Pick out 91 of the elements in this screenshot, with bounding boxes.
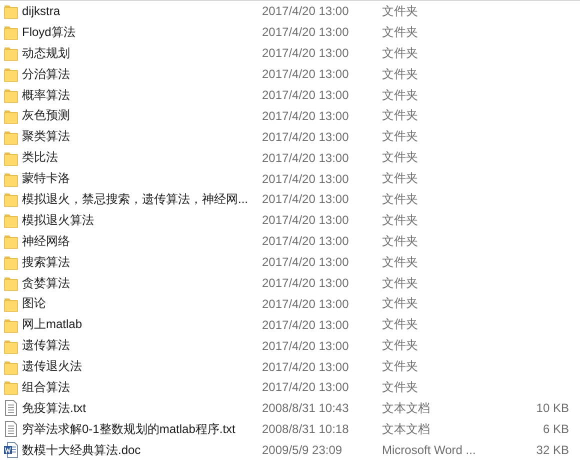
file-name[interactable]: Floyd算法 [22, 24, 76, 39]
folder-icon [4, 358, 18, 375]
modified-date: 2017/4/20 13:00 [262, 318, 349, 332]
modified-date: 2017/4/20 13:00 [262, 296, 349, 311]
file-name[interactable]: 图论 [22, 296, 46, 310]
file-type: 文件夹 [382, 192, 418, 206]
file-type: 文件夹 [382, 24, 418, 39]
modified-date: 2008/8/31 10:43 [262, 401, 349, 416]
modified-date: 2008/8/31 10:18 [262, 422, 349, 436]
file-type: 文件夹 [382, 171, 418, 186]
file-name[interactable]: 模拟退火算法 [22, 212, 94, 227]
folder-icon [4, 233, 18, 250]
modified-date: 2017/4/20 13:00 [262, 150, 349, 165]
folder-icon [4, 128, 18, 145]
file-size: 32 KB [536, 443, 569, 458]
folder-icon [4, 296, 18, 312]
modified-date: 2017/4/20 13:00 [262, 276, 349, 290]
modified-date: 2017/4/20 13:00 [262, 380, 349, 394]
file-name[interactable]: 模拟退火，禁忌搜索，遗传算法，神经网... [22, 192, 248, 206]
folder-icon [4, 254, 18, 270]
modified-date: 2017/4/20 13:00 [262, 88, 349, 102]
file-name[interactable]: 蒙特卡洛 [22, 171, 70, 186]
file-name[interactable]: 数模十大经典算法.doc [22, 442, 141, 457]
file-type: Microsoft Word ... [382, 443, 476, 458]
modified-date: 2017/4/20 13:00 [262, 172, 349, 186]
modified-date: 2017/4/20 13:00 [262, 338, 349, 353]
file-name[interactable]: 遗传退火法 [22, 359, 82, 374]
file-type: 文件夹 [382, 296, 418, 310]
file-type: 文件夹 [382, 212, 418, 227]
file-size: 10 KB [536, 401, 569, 416]
modified-date: 2009/5/9 23:09 [262, 443, 342, 458]
folder-icon [4, 66, 18, 82]
text-file-icon [4, 400, 18, 416]
file-name[interactable]: dijkstra [22, 4, 60, 18]
file-name[interactable]: 聚类算法 [22, 129, 70, 144]
folder-icon [4, 108, 18, 124]
file-type: 文本文档 [382, 422, 430, 436]
folder-icon [4, 170, 18, 187]
file-type: 文件夹 [382, 380, 418, 394]
file-name[interactable]: 灰色预测 [22, 108, 70, 122]
folder-icon [4, 191, 18, 208]
folder-icon [4, 3, 18, 20]
file-type: 文件夹 [382, 108, 418, 122]
modified-date: 2017/4/20 13:00 [262, 4, 349, 18]
file-type: 文件夹 [382, 66, 418, 81]
file-name[interactable]: 免疫算法.txt [22, 400, 86, 415]
folder-icon [4, 379, 18, 396]
file-name[interactable]: 贪婪算法 [22, 276, 70, 290]
file-name[interactable]: 搜索算法 [22, 254, 70, 269]
folder-icon [4, 316, 18, 333]
file-name[interactable]: 动态规划 [22, 46, 70, 60]
file-type: 文件夹 [382, 276, 418, 290]
modified-date: 2017/4/20 13:00 [262, 46, 349, 60]
file-name[interactable]: 类比法 [22, 150, 58, 164]
file-type: 文件夹 [382, 359, 418, 374]
file-name[interactable]: 组合算法 [22, 380, 70, 394]
file-size: 6 KB [542, 422, 569, 436]
modified-date: 2017/4/20 13:00 [262, 255, 349, 270]
modified-date: 2017/4/20 13:00 [262, 192, 349, 206]
folder-icon [4, 150, 18, 166]
file-name[interactable]: 网上matlab [22, 317, 82, 332]
file-type: 文件夹 [382, 234, 418, 248]
word-document-icon [4, 442, 18, 458]
folder-icon [4, 338, 18, 354]
file-type: 文件夹 [382, 129, 418, 144]
modified-date: 2017/4/20 13:00 [262, 213, 349, 228]
file-type: 文件夹 [382, 150, 418, 164]
folder-icon [4, 87, 18, 103]
folder-icon [4, 212, 18, 228]
folder-icon [4, 275, 18, 292]
modified-date: 2017/4/20 13:00 [262, 108, 349, 123]
file-type: 文件夹 [382, 338, 418, 352]
file-type: 文件夹 [382, 4, 418, 18]
file-type: 文件夹 [382, 88, 418, 102]
folder-icon [4, 45, 18, 62]
file-type: 文件夹 [382, 46, 418, 60]
modified-date: 2017/4/20 13:00 [262, 25, 349, 40]
file-name[interactable]: 遗传算法 [22, 338, 70, 352]
modified-date: 2017/4/20 13:00 [262, 360, 349, 374]
file-name[interactable]: 神经网络 [22, 234, 70, 248]
file-name[interactable]: 分治算法 [22, 66, 70, 81]
file-name[interactable]: 概率算法 [22, 88, 70, 102]
folder-icon [4, 24, 18, 40]
modified-date: 2017/4/20 13:00 [262, 234, 349, 248]
file-name[interactable]: 穷举法求解0-1整数规划的matlab程序.txt [22, 422, 236, 436]
file-type: 文本文档 [382, 400, 430, 415]
modified-date: 2017/4/20 13:00 [262, 130, 349, 144]
text-file-icon [4, 421, 18, 438]
file-type: 文件夹 [382, 317, 418, 332]
file-type: 文件夹 [382, 254, 418, 269]
modified-date: 2017/4/20 13:00 [262, 67, 349, 82]
